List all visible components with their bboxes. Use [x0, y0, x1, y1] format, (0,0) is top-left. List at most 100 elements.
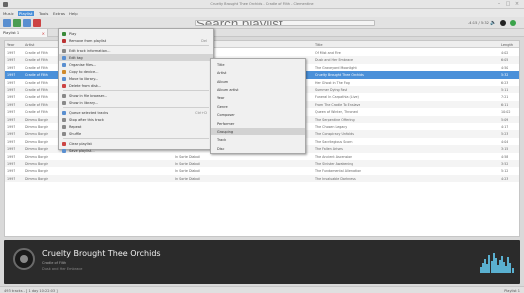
- menu-item-label: Show in library...: [69, 100, 98, 105]
- context-menu-item[interactable]: Queue selected tracks Ctrl+D: [59, 109, 213, 116]
- track-length: 4:04: [501, 139, 509, 144]
- submenu-item-label: Album: [217, 79, 229, 84]
- track-album: In Sorte Diaboli: [175, 169, 201, 174]
- submenu-item[interactable]: Performer: [211, 120, 305, 127]
- submenu-item[interactable]: Album artist: [211, 86, 305, 93]
- submenu-item-label: Grouping: [217, 129, 234, 134]
- menu-item-label: Remove from playlist: [69, 38, 107, 43]
- close-tab-icon[interactable]: ×: [42, 31, 45, 36]
- track-length: 4:23: [501, 176, 509, 181]
- search-input[interactable]: [195, 20, 375, 26]
- track-artist: Cradle of Filth: [25, 95, 48, 100]
- context-menu-item[interactable]: Shuffle: [59, 130, 213, 137]
- settings-icon[interactable]: [510, 20, 516, 26]
- track-year: 1997: [7, 147, 16, 152]
- context-menu-item[interactable]: Clear playlist: [59, 140, 213, 147]
- tab-playlist-1[interactable]: Playlist 1 ×: [0, 29, 48, 37]
- context-menu-item[interactable]: Stop after this track: [59, 116, 213, 123]
- table-row[interactable]: 1997 Dimmu Borgir In Sorte Diaboli The Fund…: [5, 167, 519, 174]
- table-row[interactable]: 1997 Dimmu Borgir In Sorte Diaboli The Inva…: [5, 174, 519, 183]
- app-icon: [3, 2, 8, 7]
- submenu-item[interactable]: Album: [211, 78, 305, 85]
- stop-icon[interactable]: [33, 19, 41, 27]
- track-year: 1997: [7, 125, 16, 129]
- visualizer-bar: [511, 268, 514, 273]
- track-artist: Cradle of Filth: [25, 110, 48, 115]
- context-menu-item[interactable]: Show in file browser...: [59, 92, 213, 99]
- track-year: 1997: [7, 139, 16, 144]
- submenu-item[interactable]: Grouping: [211, 128, 305, 136]
- menu-bar: Music Playlist Tools Extras Help: [0, 9, 524, 17]
- track-title: Summer Dying Fast: [315, 88, 348, 92]
- context-menu-item[interactable]: Show in library...: [59, 99, 213, 106]
- track-album: In Sorte Diaboli: [175, 176, 201, 181]
- menu-extras[interactable]: Extras: [52, 11, 66, 16]
- menu-item-icon: [62, 110, 66, 115]
- submenu-item[interactable]: Track: [211, 137, 305, 144]
- track-title: From The Cradle To Enslave: [315, 102, 361, 107]
- minimize-button[interactable]: –: [496, 1, 502, 7]
- context-menu-item[interactable]: Edit tag: [59, 54, 213, 61]
- track-length: 5:11: [501, 88, 509, 92]
- column-artist[interactable]: Artist: [25, 43, 34, 47]
- submenu-item-label: Title: [217, 62, 225, 67]
- volume-icon[interactable]: 🔈: [490, 20, 496, 26]
- menu-music[interactable]: Music: [2, 11, 15, 16]
- context-menu-item[interactable]: Move to library...: [59, 75, 213, 82]
- context-menu-item[interactable]: Edit track information...: [59, 47, 213, 54]
- submenu-item-label: Genre: [217, 104, 228, 109]
- record-icon[interactable]: [500, 20, 506, 26]
- track-year: 1997: [7, 110, 16, 115]
- menu-tools[interactable]: Tools: [38, 11, 49, 16]
- context-menu-item[interactable]: Save playlist...: [59, 147, 213, 154]
- track-artist: Dimmu Borgir: [25, 139, 48, 144]
- track-length: 3:52: [501, 162, 509, 166]
- menu-item-icon: [62, 141, 66, 146]
- maximize-button[interactable]: □: [505, 1, 511, 7]
- submenu-item[interactable]: Genre: [211, 103, 305, 110]
- menu-separator: [63, 90, 209, 91]
- track-length: 4:17: [501, 125, 509, 129]
- play-icon[interactable]: [13, 19, 21, 27]
- context-menu-item[interactable]: Remove from playlist Del: [59, 37, 213, 44]
- menu-item-icon: [62, 83, 66, 88]
- submenu-item[interactable]: Year: [211, 95, 305, 102]
- table-row[interactable]: 1997 Dimmu Borgir In Sorte Diaboli The Sini…: [5, 160, 519, 168]
- menu-item-icon: [62, 76, 66, 81]
- submenu-item[interactable]: Artist: [211, 69, 305, 76]
- now-playing-title: Cruelty Brought Thee Orchids: [42, 249, 161, 258]
- context-menu-item[interactable]: Play: [59, 30, 213, 37]
- track-artist: Dimmu Borgir: [25, 176, 48, 181]
- visualizer: [480, 251, 514, 273]
- track-length: 4:58: [501, 154, 509, 159]
- track-title: The Graveyard Moonlight: [315, 65, 357, 70]
- context-menu-item[interactable]: Repeat: [59, 123, 213, 130]
- column-title[interactable]: Title: [315, 43, 323, 47]
- next-icon[interactable]: [23, 19, 31, 27]
- track-year: 1997: [7, 154, 16, 159]
- menu-item-label: Stop after this track: [69, 117, 104, 122]
- track-title: The Ancient Ascension: [315, 154, 353, 159]
- menu-item-label: Organise files...: [69, 62, 97, 67]
- menu-help[interactable]: Help: [68, 11, 79, 16]
- menu-item-label: Copy to device...: [69, 69, 99, 74]
- context-menu-item[interactable]: Organise files...: [59, 61, 213, 68]
- track-artist: Dimmu Borgir: [25, 125, 48, 129]
- track-title: The Conspiracy Unfolds: [315, 132, 354, 137]
- menu-item-icon: [62, 93, 66, 98]
- close-button[interactable]: ×: [514, 1, 520, 7]
- submenu-item[interactable]: Disc: [211, 145, 305, 152]
- submenu-item[interactable]: Title: [211, 61, 305, 68]
- column-length[interactable]: Length: [501, 43, 513, 47]
- previous-icon[interactable]: [3, 19, 11, 27]
- menu-item-icon: [62, 69, 66, 74]
- context-menu-item[interactable]: Delete from disk...: [59, 82, 213, 89]
- submenu-item[interactable]: Composer: [211, 111, 305, 118]
- column-year[interactable]: Year: [7, 43, 14, 47]
- track-artist: Cradle of Filth: [25, 73, 48, 78]
- submenu-item-label: Track: [217, 138, 227, 143]
- track-length: 5:09: [501, 117, 509, 122]
- menu-playlist[interactable]: Playlist: [18, 10, 34, 16]
- track-artist: Dimmu Borgir: [25, 117, 48, 122]
- context-menu-item[interactable]: Copy to device...: [59, 68, 213, 75]
